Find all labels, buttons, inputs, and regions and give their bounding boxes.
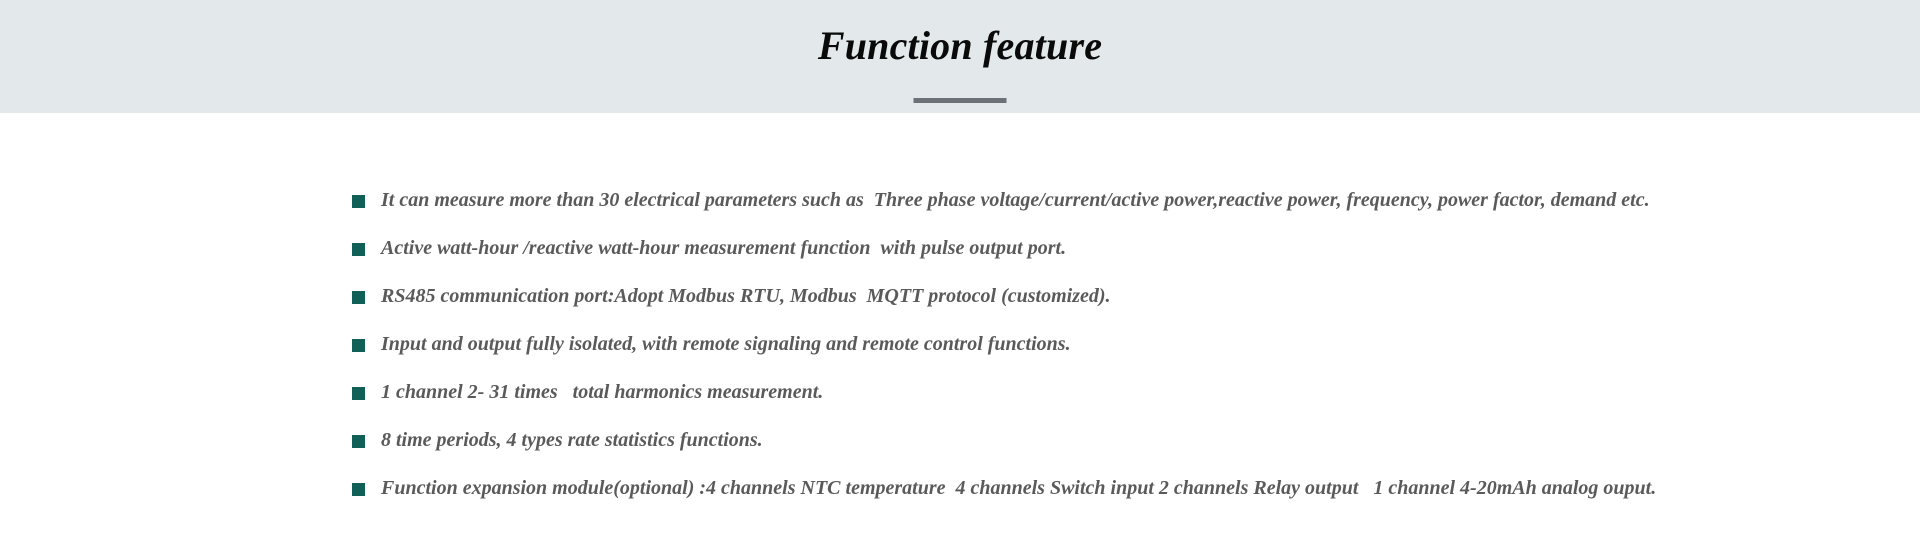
list-item: Active watt-hour /reactive watt-hour mea… bbox=[0, 233, 1920, 281]
list-item-label: RS485 communication port:Adopt Modbus RT… bbox=[381, 285, 1111, 307]
page-header-band: Function feature bbox=[0, 0, 1920, 113]
square-bullet-icon bbox=[352, 435, 365, 448]
list-item-label: Function expansion module(optional) :4 c… bbox=[381, 477, 1657, 499]
square-bullet-icon bbox=[352, 387, 365, 400]
list-item-label: Active watt-hour /reactive watt-hour mea… bbox=[381, 237, 1067, 259]
page-title: Function feature bbox=[817, 23, 1103, 68]
square-bullet-icon bbox=[352, 291, 365, 304]
list-item: 1 channel 2- 31 times total harmonics me… bbox=[0, 377, 1920, 425]
list-item: 8 time periods, 4 types rate statistics … bbox=[0, 425, 1920, 473]
title-divider bbox=[913, 98, 1007, 103]
square-bullet-icon bbox=[352, 339, 365, 352]
list-item-label: 8 time periods, 4 types rate statistics … bbox=[381, 429, 763, 451]
square-bullet-icon bbox=[352, 243, 365, 256]
list-item-label: 1 channel 2- 31 times total harmonics me… bbox=[381, 381, 824, 403]
square-bullet-icon bbox=[352, 483, 365, 496]
list-item: Input and output fully isolated, with re… bbox=[0, 329, 1920, 377]
list-item-label: It can measure more than 30 electrical p… bbox=[381, 189, 1650, 211]
list-item-label: Input and output fully isolated, with re… bbox=[381, 333, 1071, 355]
list-item: RS485 communication port:Adopt Modbus RT… bbox=[0, 281, 1920, 329]
function-feature-page: Function feature It can measure more tha… bbox=[0, 0, 1920, 555]
list-item: Function expansion module(optional) :4 c… bbox=[0, 473, 1920, 521]
square-bullet-icon bbox=[352, 195, 365, 208]
list-item: It can measure more than 30 electrical p… bbox=[0, 185, 1920, 233]
feature-list: It can measure more than 30 electrical p… bbox=[0, 113, 1920, 521]
